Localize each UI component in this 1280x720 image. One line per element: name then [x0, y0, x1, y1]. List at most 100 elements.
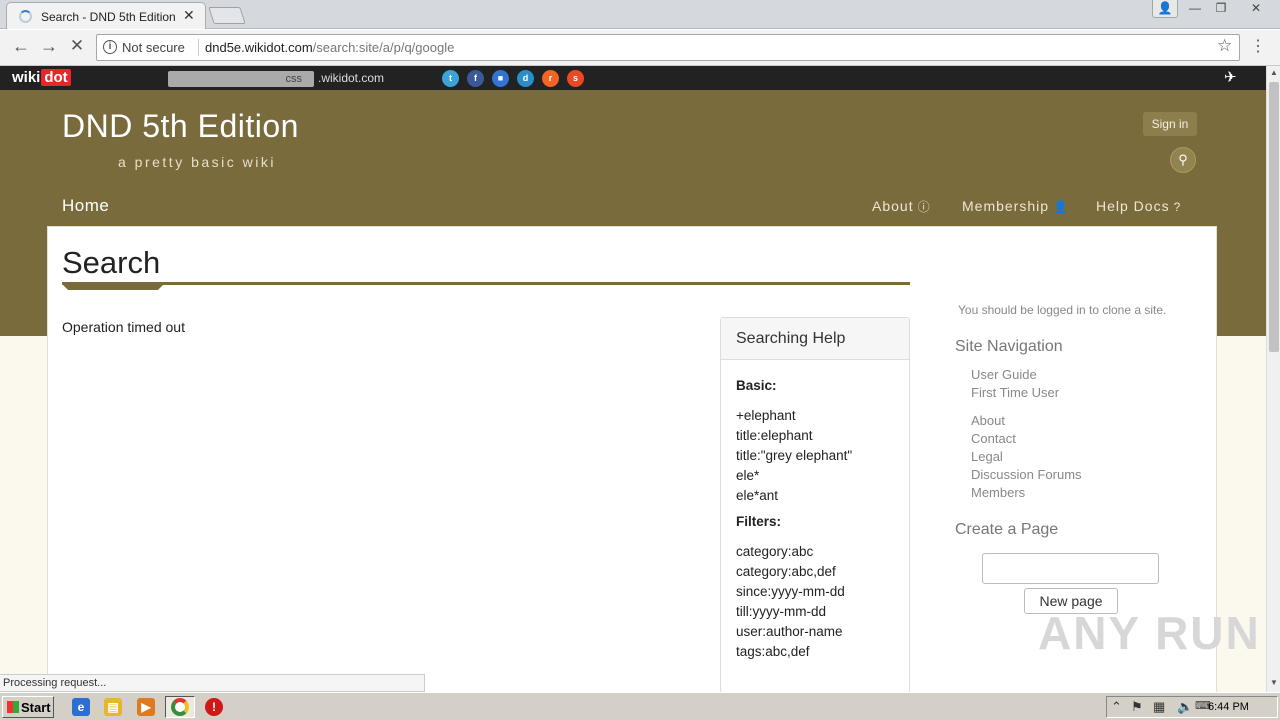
stumbleupon-icon[interactable]: s — [567, 70, 584, 87]
windows-taskbar: Start e ▤ ▶ ! ⌃ ⚑ ▦ 🔈 ⌨ 6:44 PM — [0, 692, 1280, 720]
help-basic-item: +elephant — [736, 408, 796, 423]
nav-about-label: About — [872, 198, 914, 214]
help-filter-item: category:abc,def — [736, 564, 836, 579]
twitter-icon[interactable]: t — [442, 70, 459, 87]
window-close-icon[interactable]: ✕ — [1236, 0, 1276, 18]
search-icon[interactable]: ⚲ — [1170, 147, 1196, 173]
sidebar-link-discussion-forums[interactable]: Discussion Forums — [971, 467, 1082, 482]
help-filter-item: tags:abc,def — [736, 644, 810, 659]
sidebar-link-contact[interactable]: Contact — [971, 431, 1016, 446]
wikidot-site-search-input[interactable]: css — [168, 71, 314, 87]
tab-title: Search - DND 5th Edition — [41, 10, 176, 24]
nav-about[interactable]: About ⓘ — [872, 198, 931, 215]
volume-icon[interactable]: 🔈 — [1177, 699, 1193, 715]
sidebar-link-first-time-user[interactable]: First Time User — [971, 385, 1059, 400]
opera-icon[interactable]: ! — [205, 698, 223, 716]
sidebar-link-members[interactable]: Members — [971, 485, 1025, 500]
help-basic-item: ele* — [736, 468, 760, 483]
help-basic-label: Basic: — [736, 378, 777, 393]
flag-icon[interactable]: ⚑ — [1131, 699, 1143, 715]
security-label[interactable]: Not secure — [122, 40, 185, 55]
wikidot-top-bar: wiki dot css .wikidot.com t f ■ d r s ✈ — [0, 66, 1280, 90]
tab-close-icon[interactable]: ✕ — [183, 7, 195, 24]
sidebar-link-user-guide[interactable]: User Guide — [971, 367, 1037, 382]
minimize-icon[interactable]: — — [1182, 0, 1208, 18]
screen: Search - DND 5th Edition ✕ 👤 — ❐ ✕ ← → ✕… — [0, 0, 1280, 720]
internet-explorer-icon[interactable]: e — [72, 698, 90, 716]
sidebar-link-about[interactable]: About — [971, 413, 1005, 428]
scroll-down-icon[interactable]: ▼ — [1267, 678, 1280, 687]
wikidot-logo[interactable]: wiki dot — [12, 69, 71, 86]
taskbar-clock[interactable]: 6:44 PM — [1208, 701, 1249, 713]
url-text[interactable]: dnd5e.wikidot.com/search:site/a/p/q/goog… — [205, 40, 454, 55]
bookmark-star-icon[interactable]: ☆ — [1217, 36, 1232, 56]
start-label: Start — [21, 700, 51, 715]
create-page-heading: Create a Page — [955, 521, 1059, 538]
logo-wiki: wiki — [12, 69, 41, 86]
browser-tab-active[interactable]: Search - DND 5th Edition ✕ — [6, 2, 206, 29]
search-result-message: Operation timed out — [62, 319, 185, 335]
site-navigation-heading: Site Navigation — [955, 338, 1063, 355]
sidebar-link-legal[interactable]: Legal — [971, 449, 1003, 464]
new-tab-button[interactable] — [208, 7, 246, 24]
question-circle-icon: ? — [1173, 200, 1182, 214]
info-icon[interactable]: i — [103, 40, 117, 54]
file-explorer-icon[interactable]: ▤ — [104, 698, 122, 716]
title-underline — [62, 282, 910, 285]
anyrun-watermark: ANY RUN — [1038, 607, 1261, 659]
loading-spinner-icon — [19, 10, 32, 23]
clone-notice: You should be logged in to clone a site. — [958, 303, 1167, 317]
url-host: dnd5e.wikidot.com — [205, 40, 313, 55]
help-filter-item: category:abc — [736, 544, 814, 559]
address-bar[interactable]: i Not secure dnd5e.wikidot.com/search:si… — [96, 34, 1240, 61]
delicious-icon[interactable]: ■ — [492, 70, 509, 87]
start-button[interactable]: Start — [2, 696, 54, 718]
nav-membership[interactable]: Membership 👤 — [962, 198, 1069, 214]
media-player-icon[interactable]: ▶ — [137, 698, 155, 716]
stop-loading-icon[interactable]: ✕ — [65, 36, 89, 56]
back-arrow-icon[interactable]: ← — [9, 36, 33, 57]
browser-tab-bar: Search - DND 5th Edition ✕ 👤 — ❐ ✕ — [0, 0, 1280, 29]
forward-arrow-icon[interactable]: → — [37, 36, 61, 57]
url-divider — [198, 39, 199, 56]
logo-dot: dot — [41, 69, 71, 86]
windows-logo-icon — [7, 701, 19, 713]
wikidot-domain-suffix: .wikidot.com — [318, 71, 385, 85]
reddit-icon[interactable]: r — [542, 70, 559, 87]
facebook-icon[interactable]: f — [467, 70, 484, 87]
help-basic-item: title:"grey elephant" — [736, 448, 853, 463]
status-bar: Processing request... — [0, 674, 425, 692]
chrome-icon[interactable] — [171, 698, 189, 716]
browser-toolbar: ← → ✕ i Not secure dnd5e.wikidot.com/sea… — [0, 30, 1280, 66]
help-filter-item: since:yyyy-mm-dd — [736, 584, 845, 599]
help-filter-item: till:yyyy-mm-dd — [736, 604, 826, 619]
system-tray: ⌃ ⚑ ▦ 🔈 ⌨ — [1106, 696, 1278, 718]
browser-menu-icon[interactable]: ⋮ — [1250, 36, 1266, 56]
scroll-thumb[interactable] — [1269, 82, 1279, 352]
user-icon: 👤 — [1053, 200, 1069, 214]
searching-help-panel: Searching Help Basic: +elephant title:el… — [720, 317, 910, 693]
info-circle-icon: ⓘ — [917, 200, 931, 214]
restore-icon[interactable]: ❐ — [1208, 0, 1234, 18]
network-icon[interactable]: ▦ — [1153, 699, 1165, 715]
title-underline-tab — [62, 284, 164, 290]
searching-help-body: Basic: +elephant title:elephant title:"g… — [721, 360, 909, 672]
tray-expand-icon[interactable]: ⌃ — [1111, 699, 1122, 715]
page-scrollbar[interactable]: ▲ ▼ — [1266, 66, 1280, 692]
sign-in-button[interactable]: Sign in — [1143, 112, 1197, 136]
user-profile-icon[interactable]: 👤 — [1152, 0, 1178, 18]
site-subtitle: a pretty basic wiki — [118, 154, 276, 170]
searching-help-heading: Searching Help — [721, 318, 909, 360]
nav-home[interactable]: Home — [62, 196, 109, 216]
digg-icon[interactable]: d — [517, 70, 534, 87]
scroll-up-icon[interactable]: ▲ — [1267, 68, 1280, 77]
nav-help-docs-label: Help Docs — [1096, 198, 1170, 214]
site-title[interactable]: DND 5th Edition — [62, 108, 299, 145]
airplane-icon[interactable]: ✈ — [1224, 68, 1237, 86]
nav-help-docs[interactable]: Help Docs? — [1096, 198, 1181, 214]
page-title: Search — [62, 245, 161, 280]
new-page-name-input[interactable] — [982, 553, 1159, 584]
help-filter-item: user:author-name — [736, 624, 843, 639]
nav-membership-label: Membership — [962, 198, 1050, 214]
url-path: /search:site/a/p/q/google — [312, 40, 455, 55]
